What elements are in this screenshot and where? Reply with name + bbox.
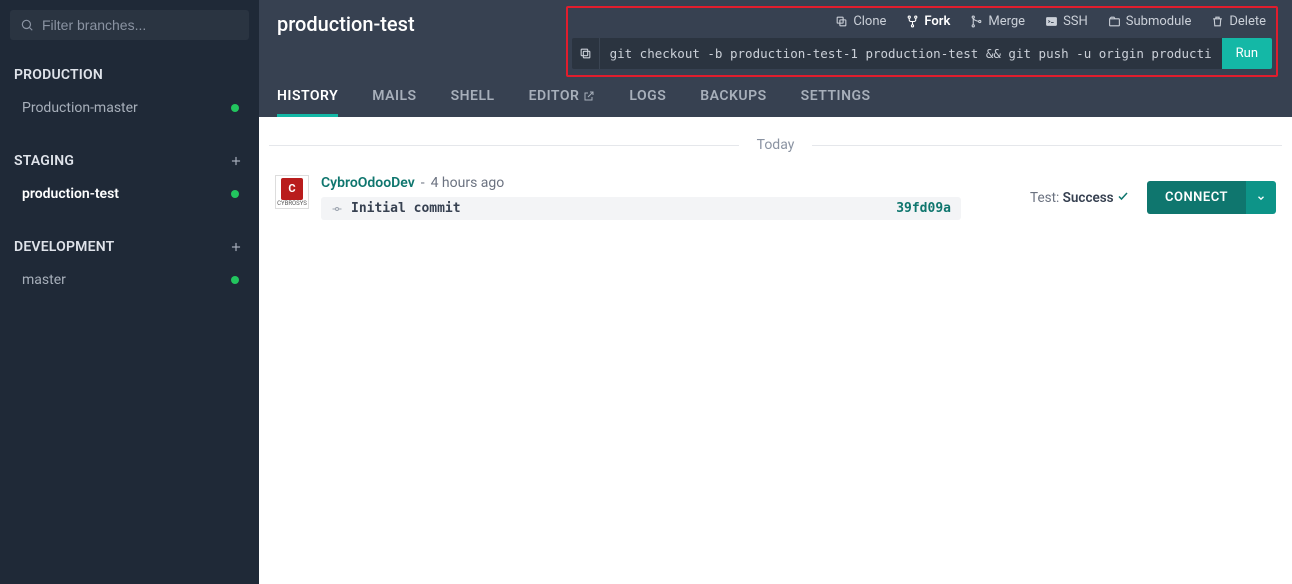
tab-shell[interactable]: SHELL bbox=[451, 88, 495, 117]
command-text: git checkout -b production-test-1 produc… bbox=[600, 38, 1222, 69]
tab-logs[interactable]: LOGS bbox=[629, 88, 666, 117]
branch-production-test[interactable]: production-test bbox=[0, 178, 259, 210]
trash-icon bbox=[1211, 15, 1224, 28]
date-divider: Today bbox=[269, 137, 1282, 153]
plus-icon bbox=[229, 240, 243, 254]
branch-production-master[interactable]: Production-master bbox=[0, 92, 259, 124]
section-development: DEVELOPMENT bbox=[0, 230, 259, 264]
check-icon bbox=[1117, 190, 1129, 202]
branch-title: production-test bbox=[277, 10, 554, 36]
tab-backups[interactable]: BACKUPS bbox=[700, 88, 766, 117]
main-area: production-test Clone Fork Merge bbox=[259, 0, 1292, 584]
status-dot bbox=[231, 104, 239, 112]
commit-node-icon bbox=[331, 203, 343, 215]
tab-settings[interactable]: SETTINGS bbox=[801, 88, 871, 117]
avatar: C CYBROSYS bbox=[275, 175, 309, 209]
status-dot bbox=[231, 190, 239, 198]
delete-button[interactable]: Delete bbox=[1211, 14, 1266, 29]
ssh-button[interactable]: SSH bbox=[1045, 14, 1088, 29]
terminal-icon bbox=[1045, 15, 1058, 28]
sidebar: PRODUCTION Production-master STAGING pro… bbox=[0, 0, 259, 584]
copy-icon bbox=[579, 47, 592, 60]
clone-icon bbox=[835, 15, 848, 28]
submodule-button[interactable]: Submodule bbox=[1108, 14, 1192, 29]
search-input[interactable] bbox=[42, 17, 239, 33]
chevron-down-icon bbox=[1256, 193, 1266, 203]
history-content: Today C CYBROSYS CybroOdooDev - 4 hours … bbox=[259, 117, 1292, 584]
external-link-icon bbox=[583, 90, 595, 102]
submodule-icon bbox=[1108, 15, 1121, 28]
author-name[interactable]: CybroOdooDev bbox=[321, 175, 415, 191]
section-production: PRODUCTION bbox=[0, 58, 259, 92]
topbar: production-test Clone Fork Merge bbox=[259, 0, 1292, 117]
status-dot bbox=[231, 276, 239, 284]
commit-row[interactable]: Initial commit 39fd09a bbox=[321, 197, 961, 220]
actions-panel: Clone Fork Merge SSH bbox=[566, 6, 1278, 77]
clone-button[interactable]: Clone bbox=[835, 14, 886, 29]
copy-command-button[interactable] bbox=[572, 38, 600, 69]
connect-dropdown[interactable] bbox=[1246, 181, 1276, 214]
branch-master[interactable]: master bbox=[0, 264, 259, 296]
history-entry: C CYBROSYS CybroOdooDev - 4 hours ago In… bbox=[269, 175, 1282, 220]
branch-filter[interactable] bbox=[10, 10, 249, 40]
add-staging-branch[interactable] bbox=[229, 154, 243, 168]
add-dev-branch[interactable] bbox=[229, 240, 243, 254]
fork-button[interactable]: Fork bbox=[906, 14, 950, 29]
tab-mails[interactable]: MAILS bbox=[372, 88, 416, 117]
commit-hash[interactable]: 39fd09a bbox=[896, 201, 951, 216]
run-button[interactable]: Run bbox=[1222, 38, 1272, 69]
entry-header: CybroOdooDev - 4 hours ago bbox=[321, 175, 1018, 191]
tab-history[interactable]: HISTORY bbox=[277, 88, 338, 117]
merge-button[interactable]: Merge bbox=[970, 14, 1025, 29]
merge-icon bbox=[970, 15, 983, 28]
tab-editor[interactable]: EDITOR bbox=[529, 88, 596, 117]
search-icon bbox=[20, 18, 34, 32]
plus-icon bbox=[229, 154, 243, 168]
tabs: HISTORY MAILS SHELL EDITOR LOGS BACKUPS … bbox=[259, 77, 1292, 117]
command-row: git checkout -b production-test-1 produc… bbox=[572, 38, 1272, 69]
section-staging: STAGING bbox=[0, 144, 259, 178]
connect-button[interactable]: CONNECT bbox=[1147, 181, 1276, 214]
test-status: Test: Success bbox=[1030, 190, 1129, 206]
commit-message: Initial commit bbox=[351, 201, 888, 216]
fork-icon bbox=[906, 15, 919, 28]
time-ago: 4 hours ago bbox=[431, 175, 505, 191]
